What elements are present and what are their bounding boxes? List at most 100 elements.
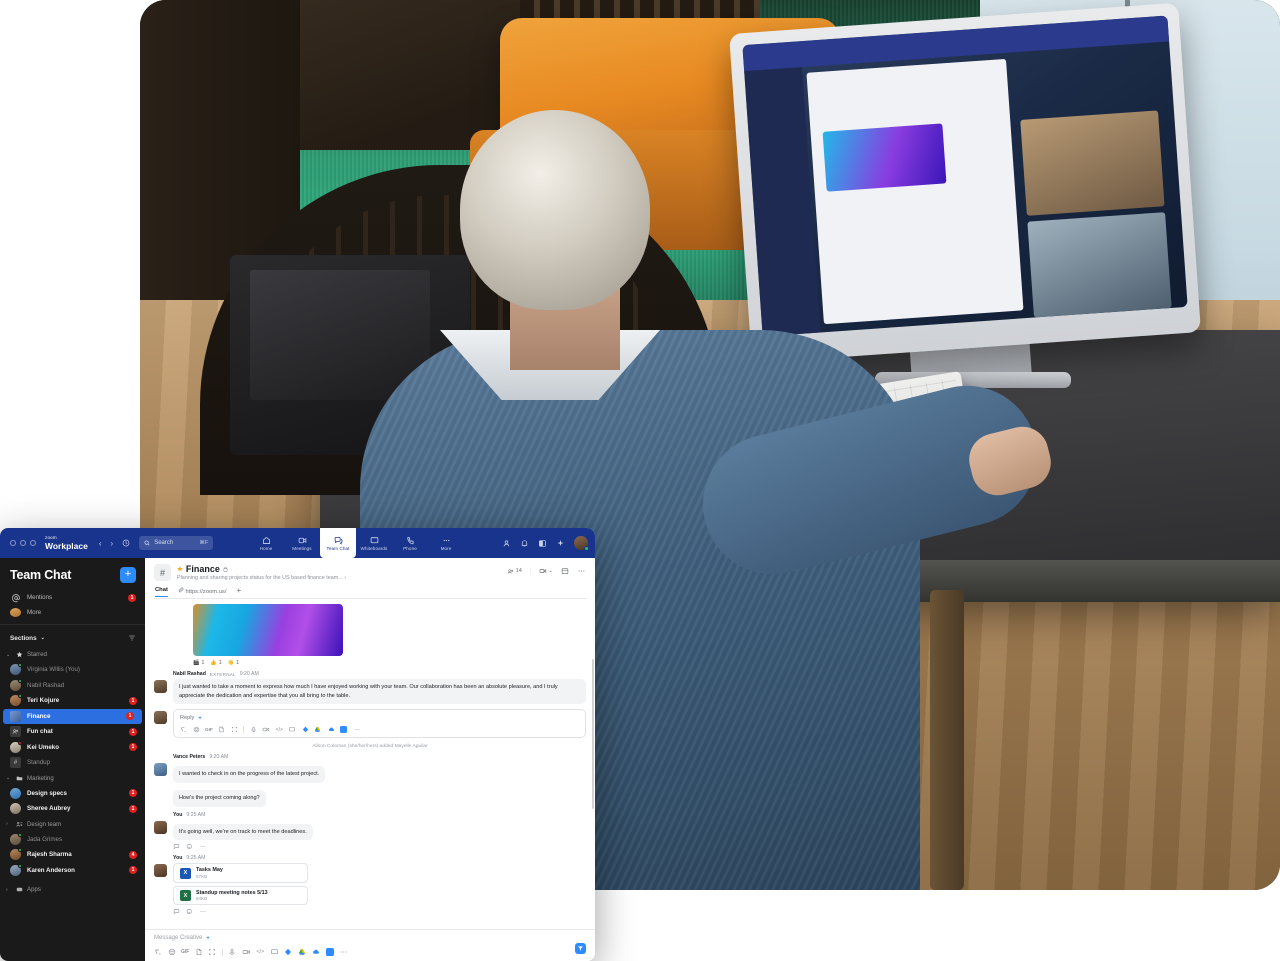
sparkle-ai-icon[interactable] <box>556 539 565 548</box>
nav-item-whiteboards[interactable]: Whiteboards <box>356 528 392 558</box>
channel-description[interactable]: Planning and sharing projects status for… <box>177 575 346 581</box>
jira-icon[interactable] <box>302 726 309 733</box>
reply-icon[interactable] <box>173 843 180 850</box>
screenshot-icon[interactable] <box>208 948 216 956</box>
video-clip-icon[interactable] <box>242 948 251 956</box>
chevron-right-icon[interactable]: › <box>344 575 346 581</box>
avatar[interactable] <box>154 711 167 725</box>
code-icon[interactable]: </> <box>276 727 283 733</box>
user-avatar[interactable] <box>574 536 589 551</box>
format-icon[interactable] <box>154 948 162 956</box>
reply-composer[interactable]: Reply GIF </> <box>173 709 586 739</box>
titlebar-right-icons[interactable] <box>502 528 589 558</box>
back-icon[interactable]: ‹ <box>99 539 102 548</box>
file-attachment-tasks-may[interactable]: X Tasks May 57KB <box>173 863 308 883</box>
window-controls[interactable] <box>10 540 36 546</box>
mic-icon[interactable] <box>228 948 236 956</box>
star-icon[interactable]: ★ <box>177 565 183 573</box>
image-attachment[interactable] <box>193 604 343 656</box>
sidebar-item-design-specs[interactable]: Design specs 1 <box>0 786 145 802</box>
sparkle-ai-icon[interactable] <box>205 935 211 941</box>
sidebar-item-mentions[interactable]: Mentions 1 <box>0 590 145 605</box>
message-scrollbar[interactable] <box>592 659 594 809</box>
message-list[interactable]: 🎬 1 👍 1 👋 1 Nabil Rashad EXTERNAL 9:20 A… <box>145 599 595 929</box>
sidebar-item-kei-umeko[interactable]: Kei Umeko 1 <box>0 740 145 756</box>
reaction-icon[interactable] <box>186 908 193 915</box>
screenshot-icon[interactable] <box>231 726 238 733</box>
chevron-down-icon[interactable]: ⌄ <box>548 568 553 574</box>
members-count[interactable]: 14 <box>507 568 522 575</box>
channel-header-actions[interactable]: 14 | ⌄ <box>507 564 586 575</box>
gif-icon[interactable]: GIF <box>205 727 213 732</box>
dropbox-icon[interactable] <box>327 726 335 733</box>
file-icon[interactable] <box>195 948 203 956</box>
notifications-icon[interactable] <box>520 539 529 548</box>
close-icon[interactable] <box>10 540 16 546</box>
more-horizontal-icon[interactable] <box>577 567 586 575</box>
sparkle-ai-icon[interactable] <box>197 715 203 721</box>
forward-icon[interactable]: › <box>111 539 114 548</box>
contacts-icon[interactable] <box>502 539 511 548</box>
sidebar-group-marketing[interactable]: ⌄ Marketing <box>0 771 145 786</box>
sidebar-item-rajesh-sharma[interactable]: Rajesh Sharma 4 <box>0 847 145 863</box>
avatar[interactable] <box>154 680 167 693</box>
calendar-icon[interactable] <box>561 567 569 575</box>
emoji-icon[interactable] <box>193 726 200 733</box>
channel-tabs[interactable]: Chat https://zoom.us/ + <box>154 581 586 599</box>
sidebar-item-fun-chat[interactable]: Fun chat 1 <box>0 724 145 740</box>
filter-icon[interactable] <box>128 634 136 642</box>
jira-icon[interactable] <box>284 948 292 956</box>
add-tab-button[interactable]: + <box>236 586 241 598</box>
primary-nav[interactable]: Home Meetings Team Chat Whiteboards Phon… <box>248 528 464 558</box>
chevron-down-icon[interactable]: ⌄ <box>41 635 45 641</box>
sidebar-item-teri-kojure[interactable]: Teri Kojure 1 <box>0 693 145 709</box>
sidebar-item-jada-grimes[interactable]: Jada Grimes <box>0 832 145 848</box>
nav-item-meetings[interactable]: Meetings <box>284 528 320 558</box>
sidebar-group-starred[interactable]: ⌄ Starred <box>0 647 145 662</box>
tab-link[interactable]: https://zoom.us/ <box>178 587 226 598</box>
sidebar-item-virginia-willis[interactable]: Virginia Willis (You) <box>0 662 145 678</box>
format-icon[interactable] <box>180 726 187 733</box>
more-horizontal-icon[interactable] <box>199 908 207 915</box>
screen-share-icon[interactable] <box>288 726 296 733</box>
more-horizontal-icon[interactable] <box>353 726 361 733</box>
gif-icon[interactable]: GIF <box>181 949 189 955</box>
nav-item-more[interactable]: More <box>428 528 464 558</box>
sidebar-group-apps[interactable]: › Apps <box>0 882 145 897</box>
tab-chat[interactable]: Chat <box>155 587 168 597</box>
reaction-icon[interactable] <box>186 843 193 850</box>
new-chat-button[interactable]: + <box>120 567 136 583</box>
composer-toolbar[interactable]: GIF </> <box>154 948 586 956</box>
reaction-clapper[interactable]: 🎬 1 <box>193 660 204 666</box>
avatar[interactable] <box>154 763 167 777</box>
send-icon[interactable] <box>575 943 586 954</box>
reaction-thumbs-up[interactable]: 👍 1 <box>210 660 221 666</box>
sidebar-item-finance[interactable]: Finance 1 <box>3 708 142 724</box>
search-input[interactable]: Search ⌘F <box>139 536 214 550</box>
minimize-icon[interactable] <box>20 540 26 546</box>
avatar[interactable] <box>154 864 167 878</box>
file-attachment-standup-notes[interactable]: X Standup meeting notes 5/13 84KB <box>173 885 308 906</box>
more-horizontal-icon[interactable] <box>339 948 348 956</box>
sidebar-item-standup[interactable]: # Standup <box>0 755 145 771</box>
sidebar-item-sheree-aubrey[interactable]: Sheree Aubrey 1 <box>0 801 145 817</box>
code-icon[interactable]: </> <box>256 949 264 955</box>
app-blue-icon[interactable] <box>325 948 334 956</box>
screen-share-icon[interactable] <box>270 948 279 956</box>
avatar[interactable] <box>154 820 167 834</box>
reply-toolbar[interactable]: GIF </> <box>180 726 579 734</box>
appearance-icon[interactable] <box>538 539 547 548</box>
sections-header[interactable]: Sections ⌄ <box>0 624 145 647</box>
channel-title-row[interactable]: ★ Finance <box>177 564 346 574</box>
message-actions[interactable] <box>173 908 586 915</box>
dropbox-icon[interactable] <box>311 948 320 956</box>
app-blue-icon[interactable] <box>340 726 348 734</box>
nav-item-phone[interactable]: Phone <box>392 528 428 558</box>
drive-icon[interactable] <box>298 948 306 956</box>
nav-arrows[interactable]: ‹ › <box>99 539 113 548</box>
nav-item-home[interactable]: Home <box>248 528 284 558</box>
file-icon[interactable] <box>218 726 225 733</box>
reaction-wave[interactable]: 👋 1 <box>228 660 239 666</box>
sidebar-item-more[interactable]: More <box>0 605 145 620</box>
history-icon[interactable] <box>122 539 130 547</box>
